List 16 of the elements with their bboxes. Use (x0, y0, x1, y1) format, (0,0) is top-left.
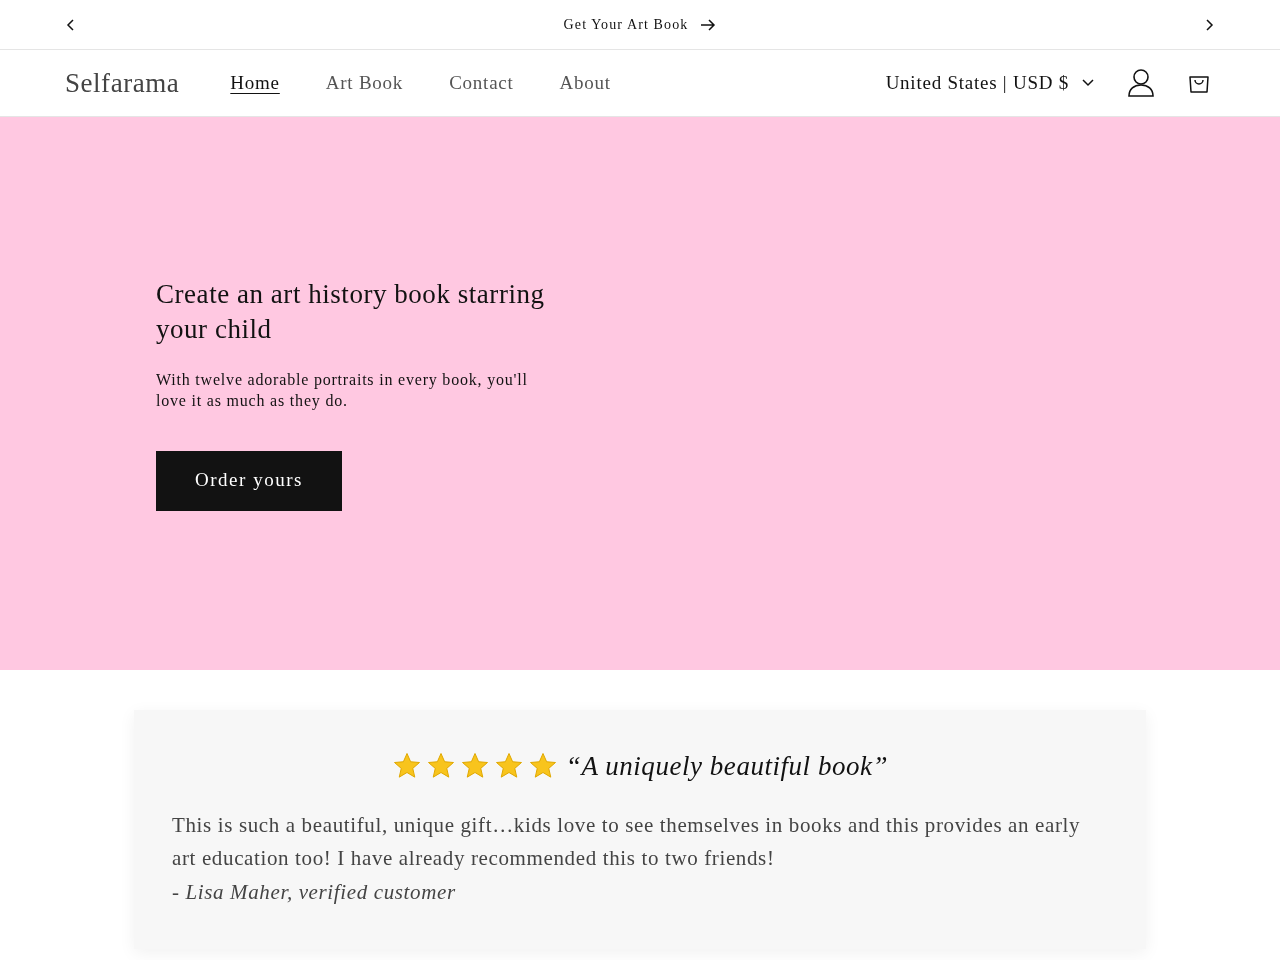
nav-link[interactable]: Contact (434, 68, 529, 98)
hero-heading: Create an art history book starring your child (156, 277, 546, 346)
review-title: “A uniquely beautiful book” (565, 750, 889, 783)
order-button[interactable]: Order yours (156, 450, 342, 511)
nav-link[interactable]: Art Book (310, 68, 419, 98)
country-selector[interactable]: United States | USD $ (885, 68, 1095, 98)
announcement-link[interactable]: Get Your Art Book (563, 14, 717, 35)
nav-link[interactable]: Home (215, 68, 295, 98)
chevron-down-icon (1081, 78, 1095, 88)
review-text: This is such a beautiful, unique gift…kids love to see themselves in books and this provides an early art education too! I have already recommended this to two friends! (172, 811, 1082, 872)
arrow-right-icon (700, 17, 717, 32)
hero-text: With twelve adorable portraits in every book, you'll love it as much as they do. (156, 369, 529, 411)
account-icon (1127, 68, 1155, 98)
review-author: - Lisa Maher, verified customer (172, 878, 457, 906)
logo: Selfarama (65, 66, 180, 100)
nav-link[interactable]: About (544, 68, 626, 98)
